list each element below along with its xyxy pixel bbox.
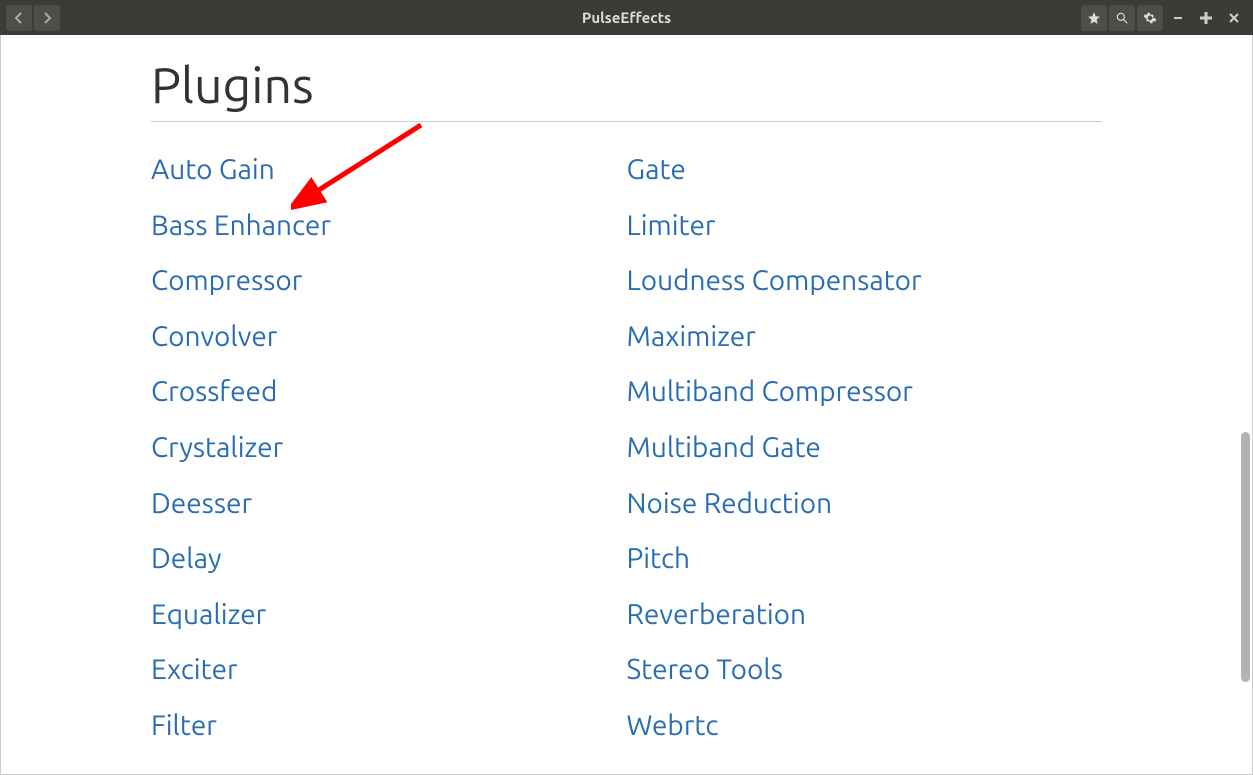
plugin-column-right: Gate Limiter Loudness Compensator Maximi… bbox=[627, 142, 1103, 754]
plugin-link-delay[interactable]: Delay bbox=[151, 531, 627, 587]
titlebar: PulseEffects bbox=[0, 0, 1253, 35]
plugin-link-stereo-tools[interactable]: Stereo Tools bbox=[627, 642, 1103, 698]
plugin-column-left: Auto Gain Bass Enhancer Compressor Convo… bbox=[151, 142, 627, 754]
favorite-button[interactable] bbox=[1081, 5, 1107, 31]
search-icon bbox=[1115, 11, 1129, 25]
nav-buttons bbox=[6, 5, 60, 31]
plugin-link-limiter[interactable]: Limiter bbox=[627, 198, 1103, 254]
minimize-button[interactable] bbox=[1165, 5, 1191, 31]
forward-button[interactable] bbox=[34, 5, 60, 31]
minimize-icon bbox=[1173, 13, 1183, 23]
plugin-link-convolver[interactable]: Convolver bbox=[151, 309, 627, 365]
plugin-link-loudness-compensator[interactable]: Loudness Compensator bbox=[627, 253, 1103, 309]
back-button[interactable] bbox=[6, 5, 32, 31]
plugin-link-equalizer[interactable]: Equalizer bbox=[151, 587, 627, 643]
settings-button[interactable] bbox=[1137, 5, 1163, 31]
plugin-link-maximizer[interactable]: Maximizer bbox=[627, 309, 1103, 365]
plugin-link-filter[interactable]: Filter bbox=[151, 698, 627, 754]
plugin-link-webrtc[interactable]: Webrtc bbox=[627, 698, 1103, 754]
window-title: PulseEffects bbox=[582, 9, 671, 26]
search-button[interactable] bbox=[1109, 5, 1135, 31]
scrollbar-thumb[interactable] bbox=[1241, 432, 1250, 682]
plugin-link-bass-enhancer[interactable]: Bass Enhancer bbox=[151, 198, 627, 254]
plugin-link-noise-reduction[interactable]: Noise Reduction bbox=[627, 476, 1103, 532]
plugin-link-auto-gain[interactable]: Auto Gain bbox=[151, 142, 627, 198]
close-button[interactable] bbox=[1221, 5, 1247, 31]
plugin-link-crystalizer[interactable]: Crystalizer bbox=[151, 420, 627, 476]
content-wrapper: Plugins Auto Gain Bass Enhancer Compress… bbox=[0, 35, 1253, 775]
right-buttons bbox=[1081, 5, 1247, 31]
star-icon bbox=[1087, 11, 1101, 25]
content: Plugins Auto Gain Bass Enhancer Compress… bbox=[1, 35, 1252, 775]
plugin-link-deesser[interactable]: Deesser bbox=[151, 476, 627, 532]
plugin-columns: Auto Gain Bass Enhancer Compressor Convo… bbox=[151, 142, 1102, 754]
gear-icon bbox=[1143, 11, 1157, 25]
maximize-icon bbox=[1200, 12, 1212, 24]
plugin-link-multiband-gate[interactable]: Multiband Gate bbox=[627, 420, 1103, 476]
plugin-link-compressor[interactable]: Compressor bbox=[151, 253, 627, 309]
plugin-link-exciter[interactable]: Exciter bbox=[151, 642, 627, 698]
plugin-link-gate[interactable]: Gate bbox=[627, 142, 1103, 198]
page-title: Plugins bbox=[151, 57, 1102, 122]
arrow-right-icon bbox=[41, 12, 53, 24]
maximize-button[interactable] bbox=[1193, 5, 1219, 31]
plugin-link-reverberation[interactable]: Reverberation bbox=[627, 587, 1103, 643]
close-icon bbox=[1229, 13, 1239, 23]
arrow-left-icon bbox=[13, 12, 25, 24]
plugin-link-multiband-compressor[interactable]: Multiband Compressor bbox=[627, 364, 1103, 420]
plugin-link-pitch[interactable]: Pitch bbox=[627, 531, 1103, 587]
plugin-link-crossfeed[interactable]: Crossfeed bbox=[151, 364, 627, 420]
